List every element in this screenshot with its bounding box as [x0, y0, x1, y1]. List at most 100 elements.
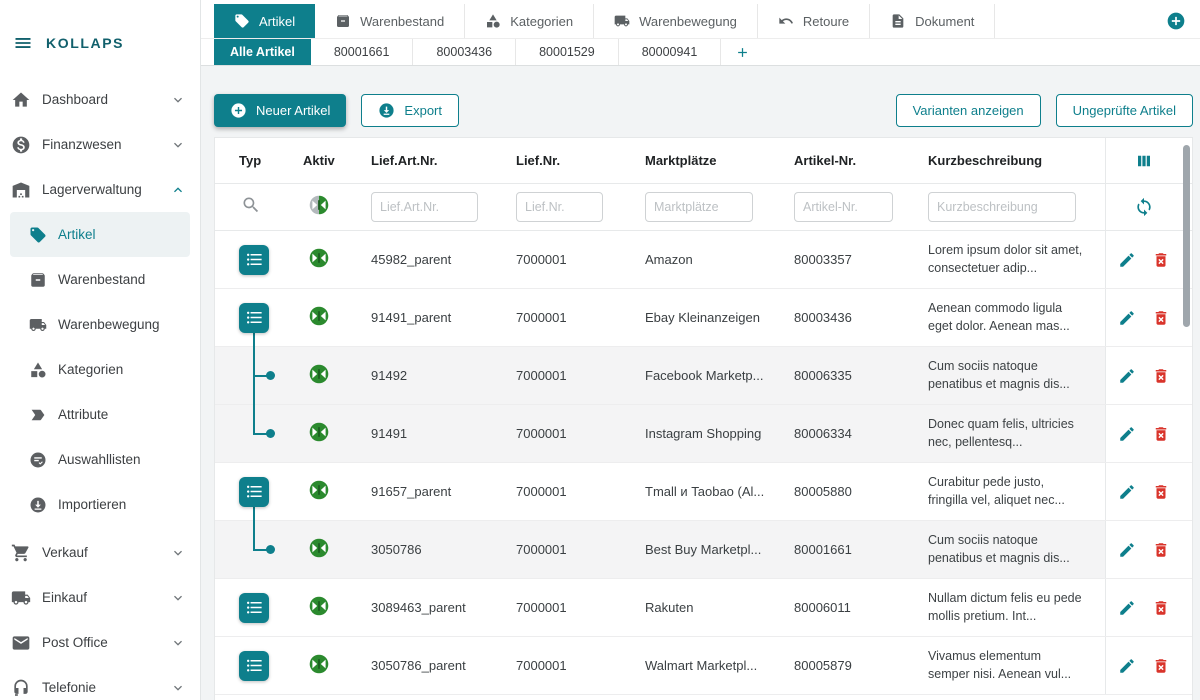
article-tab-80001529[interactable]: 80001529 — [516, 39, 619, 65]
article-type-list-icon[interactable] — [239, 303, 269, 333]
menu-icon[interactable] — [13, 33, 33, 53]
lief-nr-cell: 7000001 — [516, 484, 645, 499]
tab-dokument[interactable]: Dokument — [870, 4, 995, 38]
table-row[interactable]: 3089463_parent7000001Rakuten80006011Null… — [215, 579, 1192, 637]
table-row[interactable]: 3050786_parent7000001Walmart Marketpl...… — [215, 637, 1192, 695]
sidebar-item-finanzwesen[interactable]: Finanzwesen — [0, 122, 200, 167]
checklist-circle-icon — [29, 451, 47, 469]
sidebar-item-auswahllisten[interactable]: Auswahllisten — [10, 437, 190, 482]
show-variants-button[interactable]: Varianten anzeigen — [896, 94, 1041, 127]
sidebar-item-verkauf[interactable]: Verkauf — [0, 530, 200, 575]
sidebar-item-warenbewegung[interactable]: Warenbewegung — [10, 302, 190, 347]
main-area: Artikel Warenbestand KategorienWarenbewegu… — [201, 0, 1200, 700]
active-status-icon[interactable] — [309, 480, 329, 500]
delete-icon[interactable] — [1152, 425, 1170, 443]
unchecked-articles-button[interactable]: Ungeprüfte Artikel — [1056, 94, 1193, 127]
tab-label: Warenbestand — [360, 14, 444, 29]
sidebar-item-einkauf[interactable]: Einkauf — [0, 575, 200, 620]
lief-art-nr-cell: 3050786_parent — [371, 658, 516, 673]
tab-artikel[interactable]: Artikel — [214, 4, 315, 38]
sidebar-item-artikel[interactable]: Artikel — [10, 212, 190, 257]
tab-kategorien[interactable]: Kategorien — [465, 4, 594, 38]
edit-icon[interactable] — [1118, 599, 1136, 617]
tab-warenbewegung[interactable]: Warenbewegung — [594, 4, 758, 38]
sidebar-item-kategorien[interactable]: Kategorien — [10, 347, 190, 392]
table-row[interactable]: 914927000001Facebook Marketp...80006335C… — [215, 347, 1192, 405]
filter-lief-nr-input[interactable] — [516, 192, 603, 222]
active-status-icon[interactable] — [309, 306, 329, 326]
article-tab-80001661[interactable]: 80001661 — [311, 39, 414, 65]
category-icon — [29, 361, 47, 379]
edit-icon[interactable] — [1118, 541, 1136, 559]
active-status-icon[interactable] — [309, 538, 329, 558]
filter-artikel-nr-input[interactable] — [794, 192, 893, 222]
new-article-button[interactable]: Neuer Artikel — [214, 94, 346, 127]
delete-icon[interactable] — [1152, 251, 1170, 269]
table-row[interactable]: 91491_parent7000001Ebay Kleinanzeigen800… — [215, 289, 1192, 347]
add-article-tab-button[interactable] — [721, 39, 764, 65]
vertical-scrollbar[interactable] — [1183, 145, 1190, 327]
truck-icon — [11, 588, 31, 608]
edit-icon[interactable] — [1118, 367, 1136, 385]
table-body: 45982_parent7000001Amazon80003357Lorem i… — [215, 231, 1192, 695]
delete-icon[interactable] — [1152, 599, 1170, 617]
delete-icon[interactable] — [1152, 367, 1170, 385]
sidebar-item-attribute[interactable]: Attribute — [10, 392, 190, 437]
active-status-icon[interactable] — [309, 248, 329, 268]
article-type-list-icon[interactable] — [239, 593, 269, 623]
article-tab-label: 80000941 — [642, 45, 698, 59]
edit-icon[interactable] — [1118, 657, 1136, 675]
sidebar-item-warenbestand[interactable]: Warenbestand — [10, 257, 190, 302]
sync-icon[interactable] — [1134, 197, 1154, 217]
sidebar-item-importieren[interactable]: Importieren — [10, 482, 190, 527]
filter-typ-cell — [239, 195, 303, 220]
delete-icon[interactable] — [1152, 657, 1170, 675]
table-row[interactable]: 30507867000001Best Buy Marketpl...800016… — [215, 521, 1192, 579]
edit-icon[interactable] — [1118, 309, 1136, 327]
delete-icon[interactable] — [1152, 483, 1170, 501]
row-actions-cell — [1105, 579, 1192, 636]
article-tab-alle-artikel[interactable]: Alle Artikel — [214, 39, 311, 65]
delete-icon[interactable] — [1152, 309, 1170, 327]
sidebar-item-dashboard[interactable]: Dashboard — [0, 77, 200, 122]
kurzbeschreibung-cell: Curabitur pede justo, fringilla vel, ali… — [928, 474, 1105, 509]
export-button[interactable]: Export — [361, 94, 459, 127]
sidebar-item-telefonie[interactable]: Telefonie — [0, 665, 200, 700]
kurzbeschreibung-cell: Cum sociis natoque penatibus et magnis d… — [928, 358, 1105, 393]
filter-lief-art-nr-input[interactable] — [371, 192, 478, 222]
active-status-icon[interactable] — [309, 422, 329, 442]
article-tab-label: 80001529 — [539, 45, 595, 59]
active-status-icon[interactable] — [309, 654, 329, 674]
lief-art-nr-cell: 91657_parent — [371, 484, 516, 499]
article-type-list-icon[interactable] — [239, 477, 269, 507]
table-row[interactable]: 45982_parent7000001Amazon80003357Lorem i… — [215, 231, 1192, 289]
edit-icon[interactable] — [1118, 483, 1136, 501]
lief-art-nr-cell: 3050786 — [371, 542, 516, 557]
active-status-icon[interactable] — [309, 364, 329, 384]
tab-retoure[interactable]: Retoure — [758, 4, 870, 38]
active-filter-icon[interactable] — [309, 195, 329, 215]
article-type-list-icon[interactable] — [239, 245, 269, 275]
filter-marktpl-tze-input[interactable] — [645, 192, 753, 222]
article-tab-80000941[interactable]: 80000941 — [619, 39, 722, 65]
delete-icon[interactable] — [1152, 541, 1170, 559]
table-row[interactable]: 91657_parent7000001Tmall и Taobao (Al...… — [215, 463, 1192, 521]
filter-cell — [371, 192, 516, 222]
artikel-nr-cell: 80001661 — [794, 542, 928, 557]
edit-icon[interactable] — [1118, 251, 1136, 269]
sidebar-item-post-office[interactable]: Post Office — [0, 620, 200, 665]
table-row[interactable]: 914917000001Instagram Shopping80006334Do… — [215, 405, 1192, 463]
lief-nr-cell: 7000001 — [516, 368, 645, 383]
add-module-tab-button[interactable] — [1166, 11, 1186, 31]
article-type-list-icon[interactable] — [239, 651, 269, 681]
article-tab-80003436[interactable]: 80003436 — [413, 39, 516, 65]
chevron-down-icon — [170, 635, 186, 651]
artikel-nr-cell: 80003436 — [794, 310, 928, 325]
sidebar-item-label: Finanzwesen — [42, 137, 122, 152]
active-status-icon[interactable] — [309, 596, 329, 616]
filter-kurzbeschreibung-input[interactable] — [928, 192, 1076, 222]
edit-icon[interactable] — [1118, 425, 1136, 443]
sidebar-item-lagerverwaltung[interactable]: Lagerverwaltung — [0, 167, 200, 212]
tab-warenbestand[interactable]: Warenbestand — [315, 4, 465, 38]
columns-icon[interactable] — [1135, 152, 1153, 170]
